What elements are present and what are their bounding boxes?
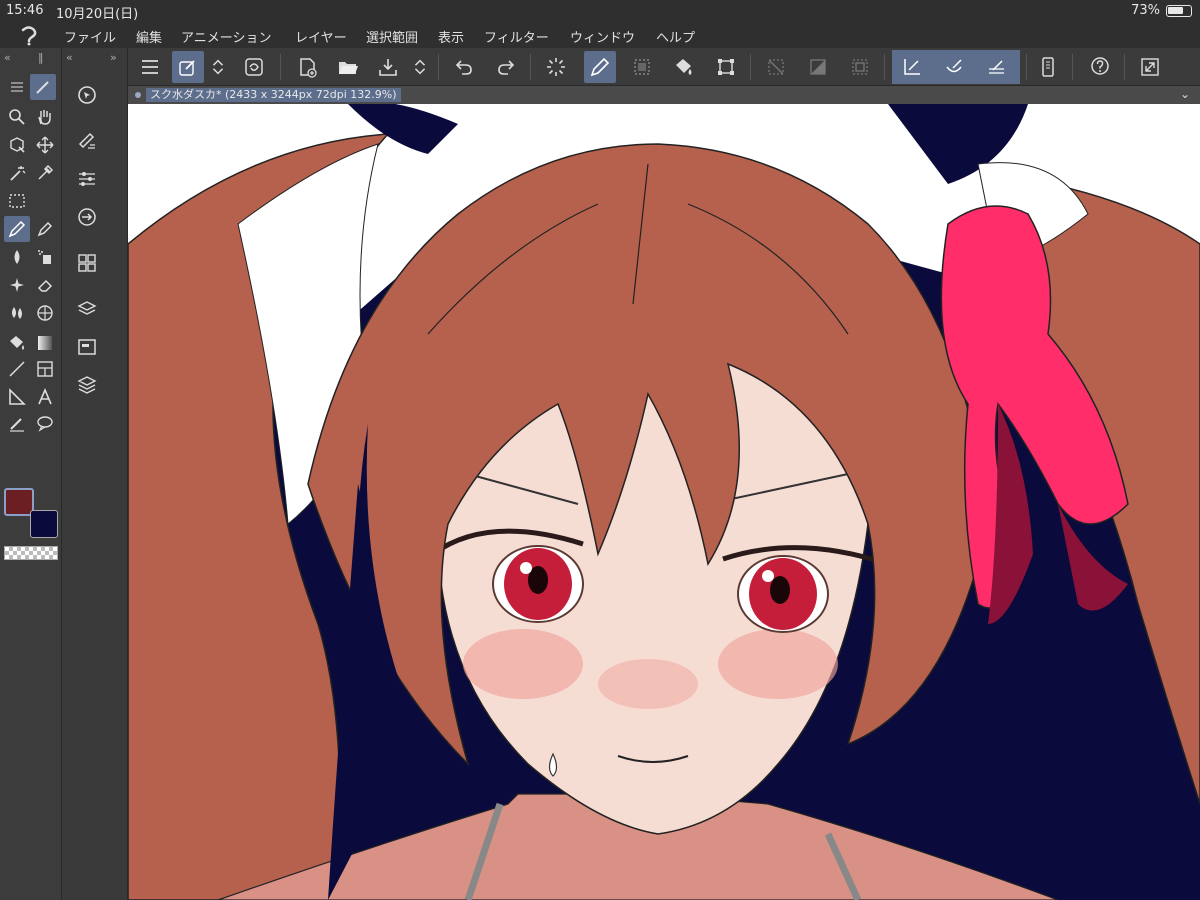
layers-icon[interactable] bbox=[74, 334, 100, 360]
canvas-tab-dot-icon bbox=[135, 92, 141, 98]
status-time: 15:46 bbox=[6, 3, 44, 18]
blend-icon[interactable] bbox=[4, 300, 30, 326]
toolbar-separator bbox=[1124, 54, 1125, 80]
menu-icon[interactable] bbox=[134, 51, 166, 83]
tool-pen-tab-icon[interactable] bbox=[30, 74, 56, 100]
canvas-tab[interactable]: スク水ダスカ* (2433 x 3244px 72dpi 132.9%) ⌄ bbox=[128, 86, 1200, 104]
save-stepper-icon[interactable] bbox=[410, 51, 430, 83]
selection-border-icon[interactable] bbox=[844, 51, 876, 83]
balloon-icon[interactable] bbox=[32, 410, 58, 436]
status-date: 10月20日(日) bbox=[56, 7, 139, 22]
mesh-icon[interactable] bbox=[32, 300, 58, 326]
snap-grid-icon[interactable] bbox=[980, 51, 1012, 83]
new-file-icon[interactable] bbox=[292, 51, 324, 83]
tool-panel: « ‖ bbox=[0, 48, 62, 900]
tool-menu-icon[interactable] bbox=[4, 74, 30, 100]
menu-animation[interactable]: アニメーション bbox=[181, 27, 271, 46]
battery-icon bbox=[1166, 5, 1192, 17]
sub-color-swatch[interactable] bbox=[30, 510, 58, 538]
transparent-color-swatch[interactable] bbox=[4, 546, 58, 560]
airbrush-icon[interactable] bbox=[32, 244, 58, 270]
expand-right-icon[interactable]: » bbox=[110, 51, 117, 64]
menu-file[interactable]: ファイル bbox=[64, 27, 116, 46]
toolbar-separator bbox=[280, 54, 281, 80]
menu-window[interactable]: ウィンドウ bbox=[570, 27, 635, 46]
modify-icon[interactable] bbox=[238, 51, 270, 83]
drawing-canvas[interactable] bbox=[128, 104, 1200, 900]
open-icon[interactable] bbox=[332, 51, 364, 83]
battery-percent: 73% bbox=[1131, 3, 1160, 18]
brush-settings-icon[interactable] bbox=[74, 128, 100, 154]
tool-property-icon[interactable] bbox=[74, 166, 100, 192]
toolbar-separator bbox=[884, 54, 885, 80]
expand-left-icon[interactable]: « bbox=[66, 51, 73, 64]
smartphone-icon[interactable] bbox=[1032, 51, 1064, 83]
toolbar-separator bbox=[530, 54, 531, 80]
quick-access-icon[interactable] bbox=[172, 51, 204, 83]
deselect-icon[interactable] bbox=[760, 51, 792, 83]
transform-icon[interactable] bbox=[710, 51, 742, 83]
zoom-icon[interactable] bbox=[4, 104, 30, 130]
help-icon[interactable] bbox=[1084, 51, 1116, 83]
menu-help[interactable]: ヘルプ bbox=[656, 27, 695, 46]
eyedropper-icon[interactable] bbox=[32, 160, 58, 186]
sub-panel-tabs: « » bbox=[62, 48, 128, 68]
navigator-icon[interactable] bbox=[74, 82, 100, 108]
snap-ruler-icon[interactable] bbox=[896, 51, 928, 83]
undo-icon[interactable] bbox=[448, 51, 480, 83]
status-bar: 15:46 10月20日(日) 73% bbox=[0, 0, 1200, 22]
menu-filter[interactable]: フィルター bbox=[484, 27, 549, 46]
fullscreen-icon[interactable] bbox=[1134, 51, 1166, 83]
pencil-icon[interactable] bbox=[32, 216, 58, 242]
object-select-icon[interactable] bbox=[4, 132, 30, 158]
text-icon[interactable] bbox=[32, 384, 58, 410]
fill-icon[interactable] bbox=[668, 51, 700, 83]
canvas-tab-title[interactable]: スク水ダスカ* (2433 x 3244px 72dpi 132.9%) bbox=[146, 88, 401, 102]
selection-marquee-icon[interactable] bbox=[4, 188, 30, 214]
select-all-icon[interactable] bbox=[626, 51, 658, 83]
toolbar-separator bbox=[1072, 54, 1073, 80]
hand-icon[interactable] bbox=[32, 104, 58, 130]
eraser-icon[interactable] bbox=[32, 272, 58, 298]
correction-brush-icon[interactable] bbox=[4, 410, 30, 436]
collapse-left-icon[interactable]: « bbox=[4, 51, 11, 64]
menu-view[interactable]: 表示 bbox=[438, 27, 464, 46]
stepper-icon[interactable] bbox=[208, 51, 228, 83]
move-icon[interactable] bbox=[32, 132, 58, 158]
clear-icon[interactable] bbox=[540, 51, 572, 83]
invert-selection-icon[interactable] bbox=[802, 51, 834, 83]
snap-special-icon[interactable] bbox=[938, 51, 970, 83]
line-icon[interactable] bbox=[4, 356, 30, 382]
frame-icon[interactable] bbox=[32, 356, 58, 382]
auto-select-wand-icon[interactable] bbox=[4, 160, 30, 186]
brush-icon[interactable] bbox=[4, 244, 30, 270]
gradient-icon[interactable] bbox=[32, 330, 58, 356]
toolbar-separator bbox=[1026, 54, 1027, 80]
tool-panel-tabs: « ‖ bbox=[0, 48, 62, 68]
decoration-icon[interactable] bbox=[4, 272, 30, 298]
sub-tool-detail-icon[interactable] bbox=[74, 296, 100, 322]
app-logo-icon[interactable] bbox=[18, 24, 40, 46]
material-icon[interactable] bbox=[74, 204, 100, 230]
pen-icon[interactable] bbox=[4, 216, 30, 242]
ruler-icon[interactable] bbox=[4, 384, 30, 410]
menu-bar: ファイル 編集 アニメーション レイヤー 選択範囲 表示 フィルター ウィンドウ… bbox=[0, 22, 1200, 48]
menu-layer[interactable]: レイヤー bbox=[295, 27, 347, 46]
pen-active-icon[interactable] bbox=[584, 51, 616, 83]
fill-icon[interactable] bbox=[4, 330, 30, 356]
redo-icon[interactable] bbox=[490, 51, 522, 83]
chevron-down-icon[interactable]: ⌄ bbox=[1180, 87, 1190, 101]
artwork-illustration bbox=[128, 104, 1200, 900]
toolbar-separator bbox=[438, 54, 439, 80]
sub-tool-panel: « » bbox=[62, 48, 128, 900]
layer-property-icon[interactable] bbox=[74, 250, 100, 276]
save-icon[interactable] bbox=[372, 51, 404, 83]
command-bar bbox=[128, 48, 1200, 86]
menu-selection[interactable]: 選択範囲 bbox=[366, 27, 418, 46]
panel-grip-icon[interactable]: ‖ bbox=[38, 51, 44, 64]
layer-stack-icon[interactable] bbox=[74, 372, 100, 398]
toolbar-separator bbox=[750, 54, 751, 80]
menu-edit[interactable]: 編集 bbox=[136, 27, 162, 46]
